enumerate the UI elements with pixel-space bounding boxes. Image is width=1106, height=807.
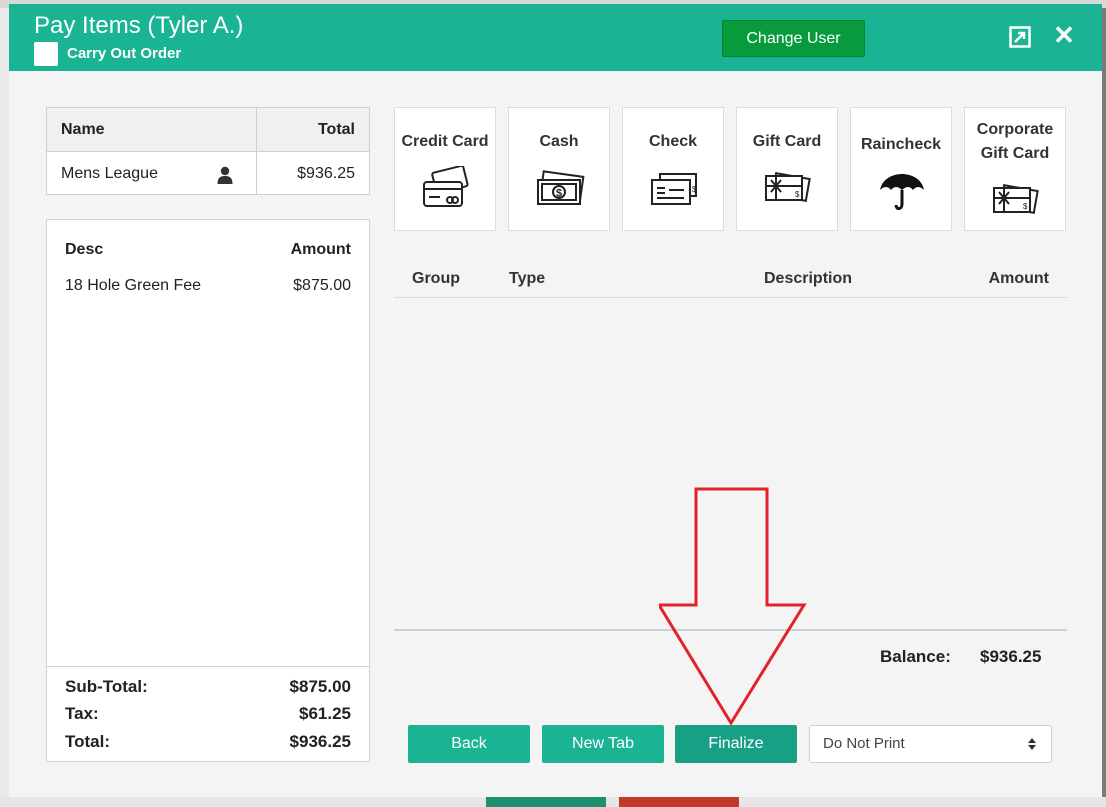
- svg-text:$: $: [556, 188, 562, 200]
- new-tab-button[interactable]: New Tab: [542, 725, 664, 763]
- annotation-arrow-icon: [659, 487, 807, 726]
- item-desc: 18 Hole Green Fee: [65, 277, 202, 294]
- tender-cash[interactable]: Cash $: [508, 107, 610, 231]
- customer-table: Name Total Mens League $936.25: [46, 107, 370, 195]
- cash-icon: $: [537, 170, 585, 205]
- item-amount: $875.00: [293, 277, 351, 294]
- print-option-value: Do Not Print: [823, 735, 905, 752]
- carry-out-label: Carry Out Order: [67, 45, 182, 62]
- background-save-button: [486, 797, 606, 807]
- svg-text:$: $: [692, 185, 697, 194]
- sort-caret-icon: [1028, 738, 1036, 750]
- amount-column-header: Amount: [290, 241, 351, 258]
- total-value: $936.25: [289, 732, 351, 751]
- modal-header: Pay Items (Tyler A.) Carry Out Order Cha…: [9, 4, 1102, 71]
- print-option-select[interactable]: Do Not Print: [809, 725, 1052, 763]
- items-panel: Desc Amount 18 Hole Green Fee $875.00 Su…: [46, 219, 370, 762]
- tender-gift-card[interactable]: Gift Card $: [736, 107, 838, 231]
- balance-label: Balance:: [880, 647, 951, 666]
- amount-column-header: Amount: [988, 270, 1049, 287]
- svg-text:$: $: [795, 190, 800, 199]
- background-app-footer: [0, 797, 1106, 807]
- pay-items-modal: Pay Items (Tyler A.) Carry Out Order Cha…: [9, 4, 1102, 797]
- background-delete-button: [619, 797, 739, 807]
- totals-divider: [47, 666, 369, 667]
- type-column-header: Type: [509, 270, 546, 287]
- column-divider: [256, 108, 257, 194]
- gift-card-icon: $: [765, 172, 811, 202]
- gift-card-icon: $: [993, 184, 1039, 214]
- tender-label: Credit Card: [401, 133, 489, 150]
- finalize-button[interactable]: Finalize: [675, 725, 797, 763]
- customer-total: $936.25: [297, 165, 355, 182]
- desc-column-header: Desc: [65, 241, 104, 258]
- tender-label: Gift Card: [752, 133, 822, 150]
- person-icon[interactable]: [217, 166, 233, 184]
- tender-credit-card[interactable]: Credit Card: [394, 107, 496, 231]
- tender-label: Raincheck: [860, 136, 942, 153]
- svg-text:$: $: [1023, 202, 1028, 211]
- description-column-header: Description: [764, 270, 853, 287]
- tender-check[interactable]: Check $: [622, 107, 724, 231]
- balance-value: $936.25: [980, 647, 1042, 666]
- tender-label: Cash: [539, 133, 579, 150]
- payments-table-header: Group Type Description Amount: [394, 266, 1067, 298]
- tender-raincheck[interactable]: Raincheck: [850, 107, 952, 231]
- tender-corporate-gift-card[interactable]: Corporate Gift Card $: [964, 107, 1066, 231]
- tax-value: $61.25: [299, 704, 351, 723]
- subtotal-label: Sub-Total:: [65, 677, 148, 696]
- subtotal-value: $875.00: [289, 677, 351, 696]
- credit-card-icon: [423, 166, 469, 207]
- carry-out-checkbox[interactable]: [34, 42, 58, 66]
- customer-name[interactable]: Mens League: [61, 165, 158, 183]
- close-icon[interactable]: ✕: [1053, 22, 1075, 48]
- total-label: Total:: [65, 732, 111, 751]
- tax-label: Tax:: [65, 704, 99, 723]
- name-column-header: Name: [61, 121, 105, 138]
- group-column-header: Group: [412, 270, 460, 287]
- check-icon: $: [651, 173, 697, 205]
- total-column-header: Total: [317, 121, 355, 138]
- tender-label-line2: Gift Card: [980, 145, 1050, 162]
- change-user-button[interactable]: Change User: [722, 20, 865, 57]
- modal-title: Pay Items (Tyler A.): [34, 12, 244, 39]
- umbrella-icon: [880, 174, 924, 211]
- back-button[interactable]: Back: [408, 725, 530, 763]
- expand-icon[interactable]: [1009, 26, 1031, 48]
- tender-label: Check: [648, 133, 698, 150]
- customer-table-header: Name Total: [47, 108, 369, 152]
- tender-label-line1: Corporate: [976, 121, 1054, 138]
